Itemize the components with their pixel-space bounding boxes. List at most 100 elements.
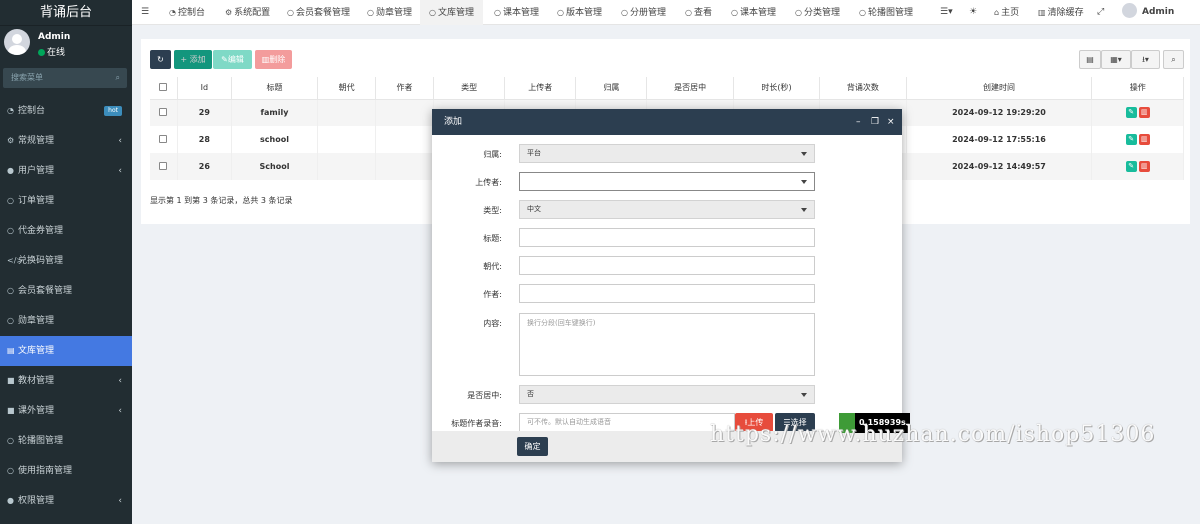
toggle-view-button[interactable]: ▤ <box>1079 50 1101 69</box>
sidebar-item-textbooks[interactable]: ■ 教材管理 ‹ <box>0 366 132 396</box>
tab-medals[interactable]: ○ 勋章管理 <box>367 0 412 25</box>
sidebar-item-orders[interactable]: ○ 订单管理 <box>0 186 132 216</box>
sidebar-item-general[interactable]: ⚙ 常规管理 ‹ <box>0 126 132 156</box>
tab-volumes[interactable]: ○ 分册管理 <box>621 0 666 25</box>
search-button[interactable]: ⌕ <box>1163 50 1184 69</box>
sidebar-item-vouchers[interactable]: ○ 代金券管理 <box>0 216 132 246</box>
dialog-header[interactable]: 添加 – ❐ × <box>432 109 902 135</box>
row-checkbox[interactable] <box>150 126 178 153</box>
row-delete-button[interactable]: ▥ <box>1138 107 1150 119</box>
circle-icon: ○ <box>287 8 294 17</box>
col-header[interactable]: 归属 <box>575 77 648 100</box>
col-header[interactable]: 标题 <box>231 77 319 100</box>
cell-id: 26 <box>177 153 232 180</box>
col-header[interactable]: 创建时间 <box>906 77 1093 100</box>
row-checkbox[interactable] <box>150 153 178 180</box>
belong-select[interactable]: 平台 <box>519 144 815 163</box>
circle-icon: ○ <box>7 316 14 325</box>
col-header[interactable]: 朝代 <box>317 77 377 100</box>
row-edit-button[interactable]: ✎ <box>1125 161 1137 172</box>
row-checkbox[interactable] <box>150 99 178 126</box>
cell-actions: ✎ ▥ <box>1091 99 1184 126</box>
type-select[interactable]: 中文 <box>519 200 815 219</box>
refresh-button[interactable]: ↻ <box>150 50 171 69</box>
minimize-icon[interactable]: – <box>856 109 861 135</box>
sidebar-item-users[interactable]: ● 用户管理 ‹ <box>0 156 132 186</box>
col-header[interactable]: 背诵次数 <box>819 77 907 100</box>
circle-icon: ○ <box>7 196 14 205</box>
circle-icon: ○ <box>367 8 374 17</box>
delete-button[interactable]: ▥删除 <box>255 50 292 69</box>
row-edit-button[interactable]: ✎ <box>1125 134 1137 145</box>
close-icon[interactable]: × <box>887 109 895 135</box>
audio-label: 标题作者录音: <box>451 419 502 428</box>
maximize-icon[interactable]: ❐ <box>871 109 879 135</box>
menu-toggle-icon[interactable]: ☰ <box>141 0 149 25</box>
chevron-left-icon: ‹ <box>118 166 122 176</box>
col-header: 操作 <box>1091 77 1184 100</box>
sidebar-item-label: 文库管理 <box>18 346 55 356</box>
col-header[interactable]: 是否居中 <box>646 77 734 100</box>
title-input[interactable] <box>519 228 815 247</box>
tab-categories[interactable]: ○ 分类管理 <box>795 0 840 25</box>
sidebar-item-membership[interactable]: ○ 会员套餐管理 <box>0 276 132 306</box>
trash-icon: ▥ <box>1038 8 1046 17</box>
audio-input[interactable]: 可不传。默认自动生成语音 <box>519 413 735 431</box>
tab-dashboard[interactable]: ◔ 控制台 <box>169 0 205 25</box>
col-header[interactable]: 作者 <box>375 77 435 100</box>
row-delete-button[interactable]: ▥ <box>1138 134 1150 145</box>
sidebar-item-redeem-codes[interactable]: </>兑换码管理 <box>0 246 132 276</box>
sidebar-item-dashboard[interactable]: ◔ 控制台 hot <box>0 96 132 126</box>
sidebar-item-permissions[interactable]: ● 权限管理 ‹ <box>0 486 132 516</box>
sidebar-item-label: 课外管理 <box>18 406 55 416</box>
sidebar-item-label: 用户管理 <box>18 166 55 176</box>
dynasty-input[interactable] <box>519 256 815 275</box>
col-header[interactable]: Id <box>177 77 232 100</box>
user-menu[interactable]: Admin <box>1122 0 1174 25</box>
search-icon[interactable]: ⌕ <box>116 68 120 88</box>
center-select[interactable]: 否 <box>519 385 815 404</box>
sidebar-item-guide[interactable]: ○ 使用指南管理 <box>0 456 132 486</box>
col-header[interactable]: 类型 <box>433 77 506 100</box>
tab-carousel[interactable]: ○ 轮播图管理 <box>859 0 913 25</box>
uploader-select[interactable] <box>519 172 815 191</box>
col-header[interactable]: 时长(秒) <box>733 77 821 100</box>
row-delete-button[interactable]: ▥ <box>1138 161 1150 172</box>
tab-system-config[interactable]: ⚙ 系统配置 <box>225 0 270 25</box>
app-title[interactable]: 背诵后台 <box>0 0 132 26</box>
book-icon: ■ <box>7 406 15 415</box>
sidebar-item-library[interactable]: ▤ 文库管理 <box>0 336 132 366</box>
sidebar-item-carousel[interactable]: ○ 轮播图管理 <box>0 426 132 456</box>
columns-dropdown-button[interactable]: ▦▾ <box>1101 50 1131 69</box>
tab-textbooks[interactable]: ○ 课本管理 <box>494 0 539 25</box>
tab-versions[interactable]: ○ 版本管理 <box>557 0 602 25</box>
tab-library[interactable]: ○ 文库管理 <box>420 0 483 25</box>
tab-view[interactable]: ○ 查看 <box>685 0 712 25</box>
author-input[interactable] <box>519 284 815 303</box>
tab-membership[interactable]: ○ 会员套餐管理 <box>287 0 350 25</box>
online-dot-icon <box>38 49 45 56</box>
tab-textbooks-2[interactable]: ○ 课本管理 <box>731 0 776 25</box>
sidebar-item-extracurricular[interactable]: ■ 课外管理 ‹ <box>0 396 132 426</box>
user-status: 在线 <box>38 45 65 58</box>
circle-icon: ○ <box>557 8 564 17</box>
select-all-checkbox[interactable] <box>150 77 178 100</box>
content-textarea[interactable]: 换行分段(回车键换行) <box>519 313 815 376</box>
sidebar-item-label: 权限管理 <box>18 496 55 506</box>
fullscreen-icon[interactable]: ⤢ <box>1097 0 1104 25</box>
export-dropdown-button[interactable]: ⭳▾ <box>1131 50 1160 69</box>
sidebar-item-label: 代金券管理 <box>18 226 64 236</box>
sidebar-item-medals[interactable]: ○ 勋章管理 <box>0 306 132 336</box>
tabs-dropdown-icon[interactable]: ☰▾ <box>940 0 953 25</box>
edit-button[interactable]: ✎编辑 <box>213 50 252 69</box>
theme-sun-icon[interactable]: ☀ <box>969 0 977 25</box>
home-link[interactable]: ⌂ 主页 <box>994 0 1019 25</box>
confirm-button[interactable]: 确定 <box>517 437 548 456</box>
sidebar-item-label: 勋章管理 <box>18 316 55 326</box>
col-header[interactable]: 上传者 <box>504 77 577 100</box>
row-edit-button[interactable]: ✎ <box>1125 107 1137 119</box>
menu-search-input[interactable]: 搜索菜单 ⌕ <box>3 68 127 88</box>
code-icon: </> <box>7 256 24 265</box>
add-button[interactable]: + 添加 <box>174 50 212 69</box>
clear-cache-button[interactable]: ▥ 清除缓存 <box>1038 0 1084 25</box>
